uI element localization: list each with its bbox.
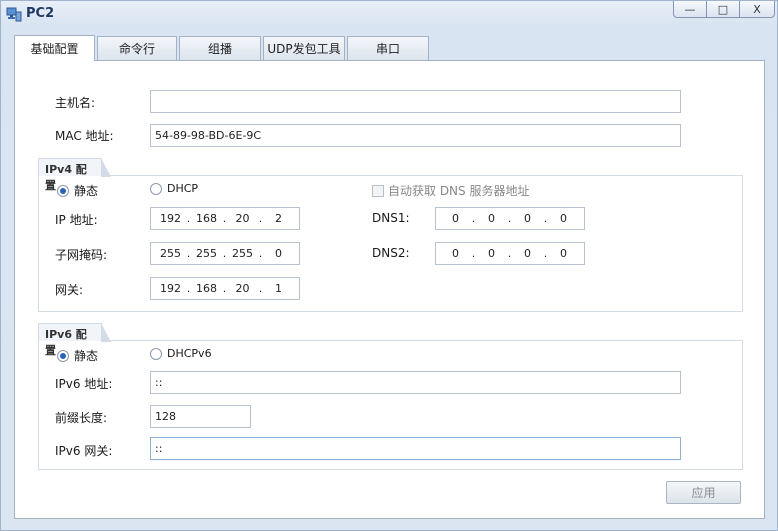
ip-octet: 0 <box>524 247 531 260</box>
gateway-input[interactable]: 192. 168. 20. 1 <box>150 277 300 300</box>
radio-unselected-icon <box>150 347 162 360</box>
hostname-input[interactable] <box>150 90 681 113</box>
ip-octet: 192 <box>160 212 181 225</box>
pc-config-window: PC2 — □ X 基础配置 命令行 组播 UDP发包工具 串口 主机名: MA… <box>0 0 778 531</box>
ip-address-input[interactable]: 192. 168. 20. 2 <box>150 207 300 230</box>
ip-octet: 192 <box>160 282 181 295</box>
dns2-input[interactable]: 0. 0. 0. 0 <box>435 242 585 265</box>
ip-octet: 0 <box>560 247 567 260</box>
ip-octet: 0 <box>488 247 495 260</box>
maximize-icon: □ <box>717 2 729 16</box>
subnet-mask-input[interactable]: 255. 255. 255. 0 <box>150 242 300 265</box>
ipv6-gateway-input[interactable]: :: <box>150 437 681 460</box>
ip-address-label: IP 地址: <box>55 213 98 227</box>
ipv6-gateway-label: IPv6 网关: <box>55 444 113 458</box>
dns2-label: DNS2: <box>372 246 410 260</box>
tab-basic-config[interactable]: 基础配置 <box>14 35 95 61</box>
window-title: PC2 <box>26 6 55 21</box>
ip-octet: 168 <box>196 212 217 225</box>
auto-dns-label: 自动获取 DNS 服务器地址 <box>388 184 530 198</box>
ip-octet: 0 <box>488 212 495 225</box>
auto-dns-checkbox[interactable]: 自动获取 DNS 服务器地址 <box>372 182 529 199</box>
ipv6-dhcp-radio[interactable]: DHCPv6 <box>150 347 212 360</box>
ip-octet: 168 <box>196 282 217 295</box>
ip-octet: 0 <box>452 247 459 260</box>
pc-app-icon <box>6 7 22 22</box>
apply-button[interactable]: 应用 <box>666 481 741 504</box>
ip-octet: 0 <box>275 247 282 260</box>
mac-label: MAC 地址: <box>55 129 114 143</box>
tab-command-line[interactable]: 命令行 <box>97 36 177 60</box>
ip-octet: 0 <box>524 212 531 225</box>
window-controls: — □ X <box>673 1 775 18</box>
ip-octet: 255 <box>232 247 253 260</box>
prefix-length-input[interactable]: 128 <box>150 405 251 428</box>
dns1-label: DNS1: <box>372 211 410 225</box>
close-icon: X <box>753 2 761 16</box>
subnet-mask-label: 子网掩码: <box>55 248 108 262</box>
ipv6-address-input[interactable]: :: <box>150 371 681 394</box>
tab-udp-tool[interactable]: UDP发包工具 <box>263 36 345 60</box>
ipv6-dhcp-label: DHCPv6 <box>167 347 212 360</box>
hostname-label: 主机名: <box>55 96 96 110</box>
tab-multicast[interactable]: 组播 <box>179 36 261 60</box>
ip-octet: 20 <box>235 212 250 225</box>
title-bar[interactable]: PC2 — □ X <box>1 1 777 27</box>
ipv4-dhcp-label: DHCP <box>167 182 199 195</box>
tab-bar: 基础配置 命令行 组播 UDP发包工具 串口 <box>14 35 431 61</box>
ip-octet: 20 <box>235 282 250 295</box>
basic-config-panel: 主机名: MAC 地址: 54-89-98-BD-6E-9C IPv4 配置 静… <box>14 60 765 519</box>
ip-octet: 0 <box>560 212 567 225</box>
ipv6-group-title: IPv6 配置 <box>38 323 111 357</box>
ipv4-static-label: 静态 <box>74 184 99 198</box>
ipv4-dhcp-radio[interactable]: DHCP <box>150 182 198 195</box>
ipv4-group-title: IPv4 配置 <box>38 158 111 192</box>
ip-octet: 2 <box>275 212 282 225</box>
ipv6-static-radio[interactable]: 静态 <box>57 347 98 364</box>
dns1-input[interactable]: 0. 0. 0. 0 <box>435 207 585 230</box>
gateway-label: 网关: <box>55 283 84 297</box>
tab-serial[interactable]: 串口 <box>347 36 429 60</box>
prefix-length-label: 前缀长度: <box>55 411 108 425</box>
close-button[interactable]: X <box>739 1 775 18</box>
maximize-button[interactable]: □ <box>706 1 740 18</box>
mac-input[interactable]: 54-89-98-BD-6E-9C <box>150 124 681 147</box>
ipv4-static-radio[interactable]: 静态 <box>57 182 98 199</box>
minimize-icon: — <box>684 2 696 16</box>
ip-octet: 255 <box>196 247 217 260</box>
ipv6-address-label: IPv6 地址: <box>55 377 113 391</box>
ipv6-static-label: 静态 <box>74 349 99 363</box>
ip-octet: 255 <box>160 247 181 260</box>
checkbox-icon <box>372 184 384 197</box>
radio-selected-icon <box>57 349 69 362</box>
radio-unselected-icon <box>150 182 162 195</box>
ip-octet: 0 <box>452 212 459 225</box>
minimize-button[interactable]: — <box>673 1 707 18</box>
ip-octet: 1 <box>275 282 282 295</box>
radio-selected-icon <box>57 184 69 197</box>
